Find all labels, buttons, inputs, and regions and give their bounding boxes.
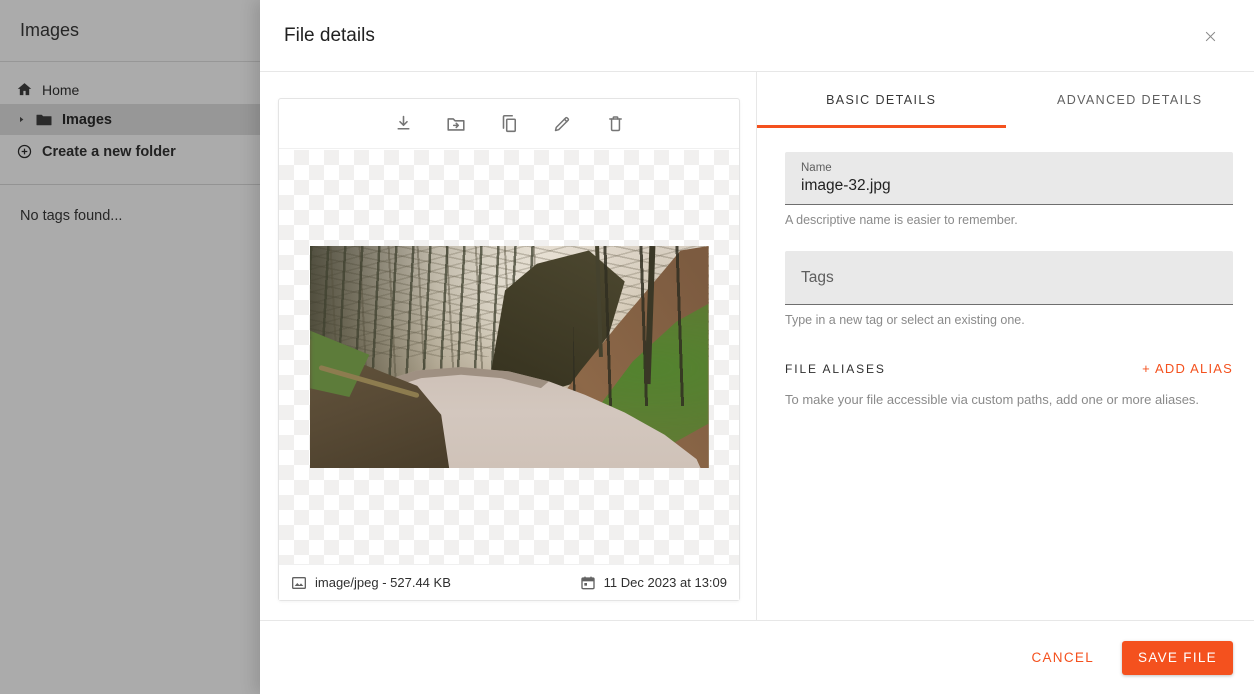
tab-label: BASIC DETAILS xyxy=(826,93,936,107)
copy-icon xyxy=(498,113,520,135)
file-preview-card: image/jpeg - 527.44 KB 11 Dec 2023 at 13… xyxy=(278,98,740,601)
delete-button[interactable] xyxy=(602,111,628,137)
move-to-folder-button[interactable] xyxy=(443,111,469,137)
tab-advanced-details[interactable]: ADVANCED DETAILS xyxy=(1006,72,1254,128)
close-button[interactable] xyxy=(1198,24,1222,48)
tab-basic-details[interactable]: BASIC DETAILS xyxy=(757,72,1006,128)
name-helper-text: A descriptive name is easier to remember… xyxy=(785,213,1233,227)
image-file-icon xyxy=(291,575,307,591)
drawer-body: image/jpeg - 527.44 KB 11 Dec 2023 at 13… xyxy=(260,72,1254,620)
delete-icon xyxy=(605,113,626,134)
add-alias-button[interactable]: + ADD ALIAS xyxy=(1142,361,1233,376)
aliases-helper-text: To make your file accessible via custom … xyxy=(785,392,1233,407)
preview-column: image/jpeg - 527.44 KB 11 Dec 2023 at 13… xyxy=(260,72,756,620)
tab-label: ADVANCED DETAILS xyxy=(1057,93,1203,107)
name-field-label: Name xyxy=(801,162,1217,174)
download-button[interactable] xyxy=(390,111,416,137)
name-field[interactable]: Name xyxy=(785,152,1233,205)
file-meta-bar: image/jpeg - 527.44 KB 11 Dec 2023 at 13… xyxy=(279,564,739,600)
close-icon xyxy=(1203,29,1218,44)
drawer-header: File details xyxy=(260,0,1254,72)
file-date-text: 11 Dec 2023 at 13:09 xyxy=(604,575,727,590)
move-to-folder-icon xyxy=(445,113,467,135)
download-icon xyxy=(393,113,414,134)
details-tabs: BASIC DETAILS ADVANCED DETAILS xyxy=(757,72,1254,128)
save-file-button[interactable]: SAVE FILE xyxy=(1122,641,1233,675)
name-input[interactable] xyxy=(801,177,1217,195)
calendar-icon xyxy=(580,575,596,591)
cancel-button[interactable]: CANCEL xyxy=(1031,650,1094,665)
edit-button[interactable] xyxy=(549,111,575,137)
photo-layer-right-trunks xyxy=(573,246,709,406)
details-column: BASIC DETAILS ADVANCED DETAILS Name A de… xyxy=(757,72,1254,620)
tags-helper-text: Type in a new tag or select an existing … xyxy=(785,313,1233,327)
tags-field[interactable] xyxy=(785,251,1233,305)
copy-button[interactable] xyxy=(496,111,522,137)
file-actions-toolbar xyxy=(279,99,739,149)
tags-input[interactable] xyxy=(801,269,1217,287)
drawer-title: File details xyxy=(284,25,375,47)
transparency-checkerboard xyxy=(279,150,739,564)
file-type-size-text: image/jpeg - 527.44 KB xyxy=(315,575,451,590)
file-aliases-row: FILE ALIASES + ADD ALIAS xyxy=(785,361,1233,376)
drawer-footer: CANCEL SAVE FILE xyxy=(260,620,1254,694)
file-aliases-heading: FILE ALIASES xyxy=(785,362,886,376)
edit-icon xyxy=(552,113,573,134)
file-type-size: image/jpeg - 527.44 KB xyxy=(291,575,451,591)
file-date: 11 Dec 2023 at 13:09 xyxy=(580,575,727,591)
basic-details-form: Name A descriptive name is easier to rem… xyxy=(757,128,1254,407)
app-root: Images Home Images C xyxy=(0,0,1254,694)
active-tab-indicator xyxy=(757,125,1006,128)
file-details-drawer: File details xyxy=(260,0,1254,694)
file-preview-photo xyxy=(310,246,709,468)
